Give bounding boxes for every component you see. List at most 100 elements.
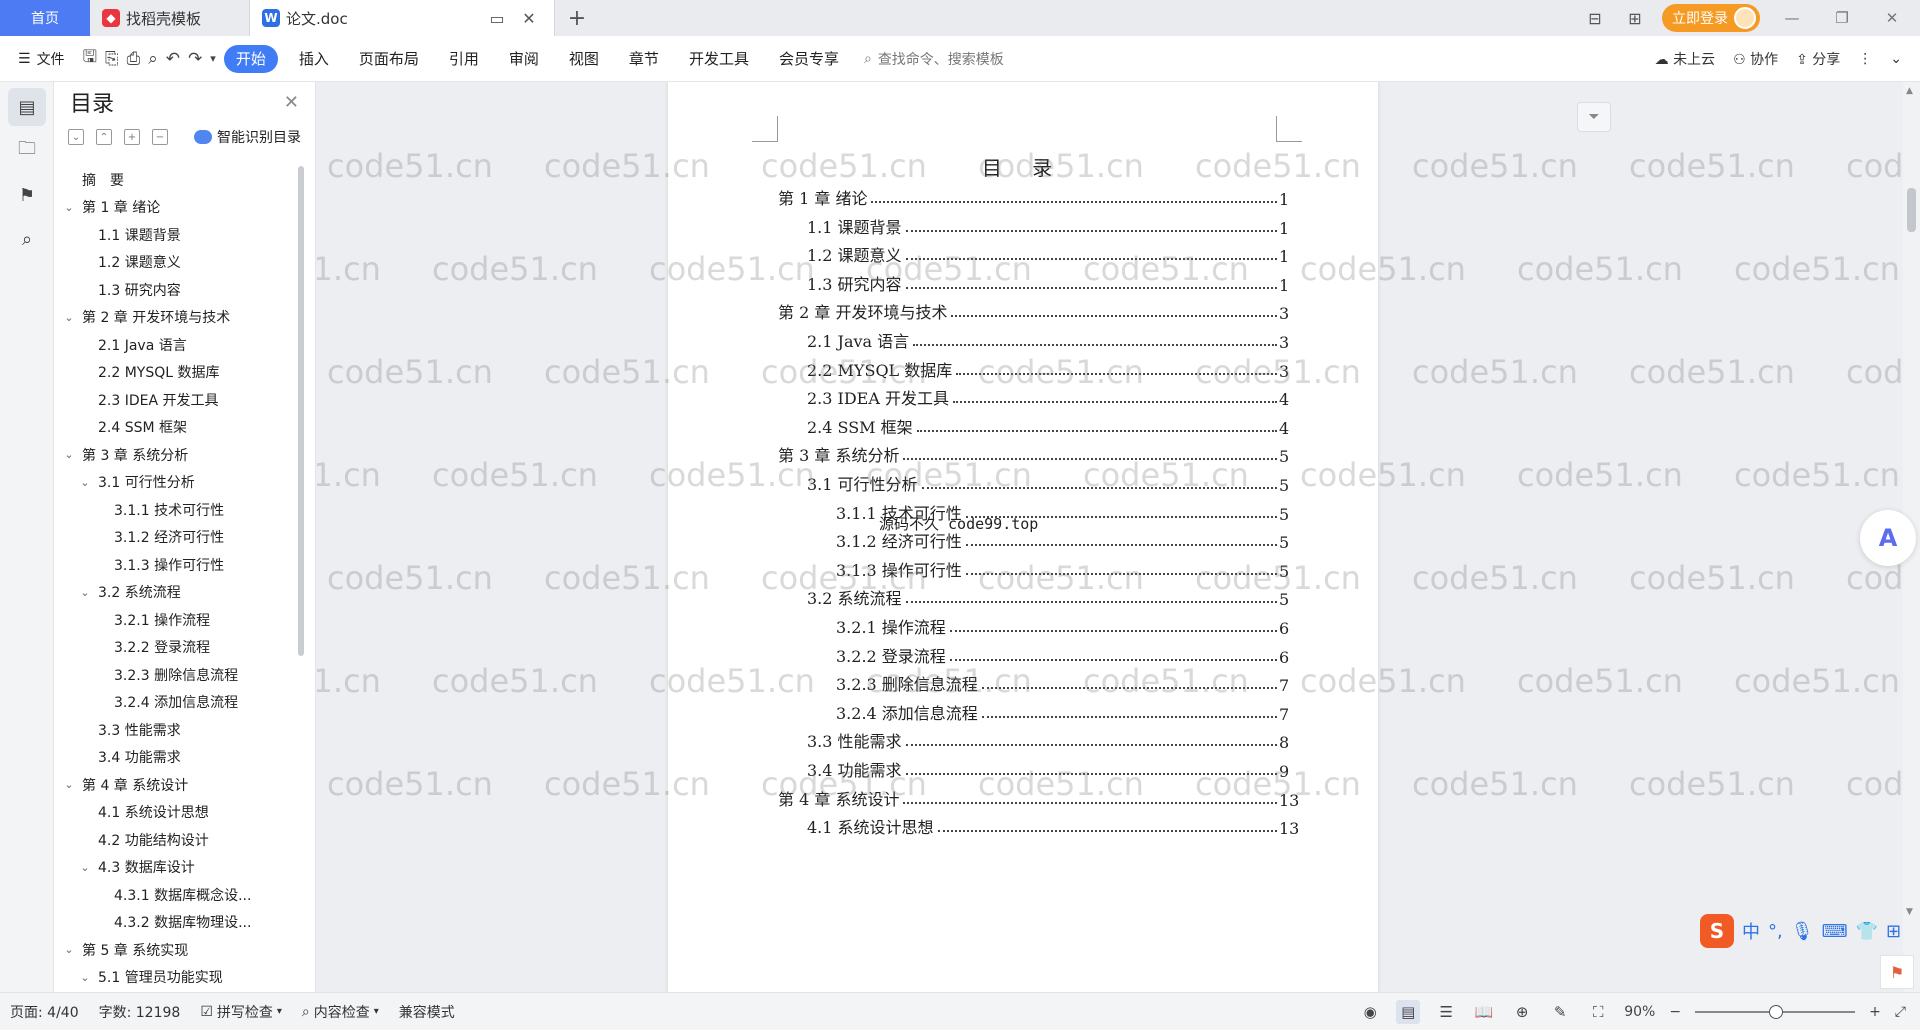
doc-toc-entry[interactable]: 3.2.1 操作流程 6 — [836, 614, 1289, 638]
toc-tree-item[interactable]: 3.2.3 删除信息流程 — [54, 661, 294, 689]
doc-toc-entry[interactable]: 第 3 章 系统分析 5 — [778, 442, 1289, 466]
doc-toc-entry[interactable]: 第 2 章 开发环境与技术 3 — [778, 299, 1289, 323]
chevron-down-icon[interactable]: ⌄ — [62, 311, 76, 324]
share-button[interactable]: ⇪ 分享 — [1796, 49, 1840, 69]
ribbon-tab-2[interactable]: 页面布局 — [344, 45, 434, 73]
filter-icon[interactable]: ⏷ — [1577, 102, 1611, 132]
expand-all-icon[interactable]: ⌄ — [68, 129, 84, 145]
tab-home[interactable]: 首页 — [0, 0, 90, 36]
close-tab-icon[interactable]: ✕ — [516, 9, 542, 28]
content-check-button[interactable]: ⌕ 内容检查 ▾ — [292, 1002, 389, 1022]
doc-toc-entry[interactable]: 2.1 Java 语言 3 — [807, 328, 1289, 352]
zoom-out-icon[interactable]: − — [1669, 1004, 1681, 1020]
zoom-slider-knob[interactable] — [1769, 1004, 1784, 1019]
ime-lang[interactable]: 中 — [1742, 918, 1760, 944]
chevron-down-icon[interactable]: ⌄ — [62, 943, 76, 956]
ribbon-tab-7[interactable]: 开发工具 — [674, 45, 764, 73]
toc-tree-item[interactable]: ⌄ 第 1 章 绪论 — [54, 194, 294, 222]
toc-tree-item[interactable]: 2.4 SSM 框架 — [54, 414, 294, 442]
collab-button[interactable]: ⚇ 协作 — [1733, 49, 1778, 69]
doc-toc-entry[interactable]: 1.3 研究内容 1 — [807, 271, 1289, 295]
toc-tree-item[interactable]: ⌄ 第 4 章 系统设计 — [54, 771, 294, 799]
toc-tree-item[interactable]: 2.2 MYSQL 数据库 — [54, 359, 294, 387]
close-window-icon[interactable]: ✕ — [1874, 9, 1910, 27]
command-search[interactable]: ⌕ 查找命令、搜索模板 — [864, 49, 1004, 69]
zoom-level[interactable]: 90% — [1624, 1004, 1655, 1020]
doc-toc-entry[interactable]: 第 4 章 系统设计 13 — [778, 786, 1299, 810]
ribbon-tab-4[interactable]: 审阅 — [494, 45, 554, 73]
document-page[interactable]: 目 录 第 1 章 绪论 1 1.1 课题背景 1 1.2 课题意义 1 1.3 研究内容 1… — [668, 82, 1378, 992]
doc-toc-entry[interactable]: 3.1 可行性分析 5 — [807, 471, 1289, 495]
doc-toc-entry[interactable]: 第 1 章 绪论 1 — [778, 185, 1289, 209]
page-indicator[interactable]: 页面: 4/40 — [0, 1002, 89, 1022]
ribbon-tab-5[interactable]: 视图 — [554, 45, 614, 73]
restore-icon[interactable]: ❐ — [1824, 9, 1860, 27]
toc-tree-item[interactable]: ⌄ 第 5 章 系统实现 — [54, 936, 294, 964]
undo-icon[interactable]: ↶ — [166, 49, 180, 69]
toc-tree-item[interactable]: ⌄ 3.1 可行性分析 — [54, 469, 294, 497]
doc-toc-entry[interactable]: 2.4 SSM 框架 4 — [807, 414, 1289, 438]
smart-toc-button[interactable]: 智能识别目录 — [194, 127, 301, 147]
scroll-thumb[interactable] — [1907, 188, 1916, 232]
reading-mode-icon[interactable]: ⊟ — [1582, 9, 1608, 28]
ribbon-tab-1[interactable]: 插入 — [284, 45, 344, 73]
fullscreen-icon[interactable]: ⤢ — [1895, 1004, 1906, 1020]
new-tab-button[interactable]: + — [555, 0, 599, 36]
login-button[interactable]: 立即登录 — [1662, 4, 1760, 32]
ribbon-tab-3[interactable]: 引用 — [434, 45, 494, 73]
doc-toc-entry[interactable]: 3.2.2 登录流程 6 — [836, 643, 1289, 667]
close-icon[interactable]: ✕ — [284, 92, 299, 113]
word-count[interactable]: 字数: 12198 — [89, 1002, 191, 1022]
doc-toc-entry[interactable]: 3.1.3 操作可行性 5 — [836, 557, 1289, 581]
toc-tree-item[interactable]: ⌄ 第 3 章 系统分析 — [54, 441, 294, 469]
spell-check-button[interactable]: ☑ 拼写检查 ▾ — [190, 1002, 292, 1022]
feedback-flag-icon[interactable]: ⚑ — [1880, 955, 1914, 989]
print-icon[interactable]: ⎙ — [127, 49, 141, 69]
tab-template[interactable]: ◆ 找稻壳模板 — [90, 0, 250, 36]
chevron-down-icon[interactable]: ⌄ — [78, 586, 92, 599]
chevron-down-icon[interactable]: ⌄ — [78, 476, 92, 489]
chapter-nav-icon[interactable]: 🗀 — [8, 132, 46, 170]
toc-tree-item[interactable]: 4.3.2 数据库物理设... — [54, 909, 294, 937]
ribbon-tab-0[interactable]: 开始 — [223, 44, 278, 73]
more-icon[interactable]: ⋮ — [1858, 51, 1872, 67]
ribbon-tab-6[interactable]: 章节 — [614, 45, 674, 73]
toc-tree-item[interactable]: 3.3 性能需求 — [54, 716, 294, 744]
apps-grid-icon[interactable]: ⊞ — [1622, 9, 1648, 28]
page-view-icon[interactable]: ▤ — [1396, 999, 1421, 1024]
doc-toc-entry[interactable]: 1.2 课题意义 1 — [807, 242, 1289, 266]
toc-tree-item[interactable]: 4.3.1 数据库概念设... — [54, 881, 294, 909]
doc-toc-entry[interactable]: 3.3 性能需求 8 — [807, 728, 1289, 752]
doc-toc-entry[interactable]: 3.2 系统流程 5 — [807, 585, 1289, 609]
float-window-icon[interactable]: ▭ — [484, 9, 510, 28]
chevron-down-icon[interactable]: ⌄ — [78, 971, 92, 984]
toc-tree-item[interactable]: 3.2.2 登录流程 — [54, 634, 294, 662]
toc-tree-item[interactable]: 1.2 课题意义 — [54, 249, 294, 277]
toc-tree-item[interactable]: 3.1.1 技术可行性 — [54, 496, 294, 524]
doc-toc-entry[interactable]: 2.3 IDEA 开发工具 4 — [807, 385, 1289, 409]
toc-tree-item[interactable]: 3.2.1 操作流程 — [54, 606, 294, 634]
toc-tree-item[interactable]: ⌄ 第 2 章 开发环境与技术 — [54, 304, 294, 332]
toc-tree-item[interactable]: 3.4 功能需求 — [54, 744, 294, 772]
read-view-icon[interactable]: 📖 — [1472, 1000, 1496, 1024]
web-view-icon[interactable]: ⊕ — [1510, 1000, 1534, 1024]
doc-toc-entry[interactable]: 1.1 课题背景 1 — [807, 214, 1289, 238]
chevron-down-icon[interactable]: ⌄ — [62, 201, 76, 214]
toc-scrollbar[interactable] — [298, 166, 304, 656]
keyboard-icon[interactable]: ⌨ — [1822, 921, 1848, 942]
redo-icon[interactable]: ↷ — [188, 49, 202, 69]
tab-document[interactable]: W 论文.doc ▭ ✕ — [250, 0, 555, 36]
doc-toc-entry[interactable]: 3.4 功能需求 9 — [807, 757, 1289, 781]
toc-tree-item[interactable]: 4.1 系统设计思想 — [54, 799, 294, 827]
toc-tree-item[interactable]: ⌄ 3.2 系统流程 — [54, 579, 294, 607]
toc-tree-item[interactable]: 2.3 IDEA 开发工具 — [54, 386, 294, 414]
scroll-up-icon[interactable]: ▲ — [1906, 86, 1913, 96]
doc-toc-entry[interactable]: 3.2.3 删除信息流程 7 — [836, 671, 1289, 695]
doc-toc-entry[interactable]: 4.1 系统设计思想 13 — [807, 814, 1299, 838]
mic-icon[interactable]: 🎙 — [1791, 921, 1814, 942]
toc-tree-item[interactable]: ⌄ 5.1 管理员功能实现 — [54, 964, 294, 986]
toc-panel-icon[interactable]: ▤ — [8, 88, 46, 126]
chevron-down-icon[interactable]: ⌄ — [62, 448, 76, 461]
ime-grid-icon[interactable]: ⊞ — [1886, 921, 1901, 942]
skin-icon[interactable]: 👕 — [1856, 921, 1878, 942]
